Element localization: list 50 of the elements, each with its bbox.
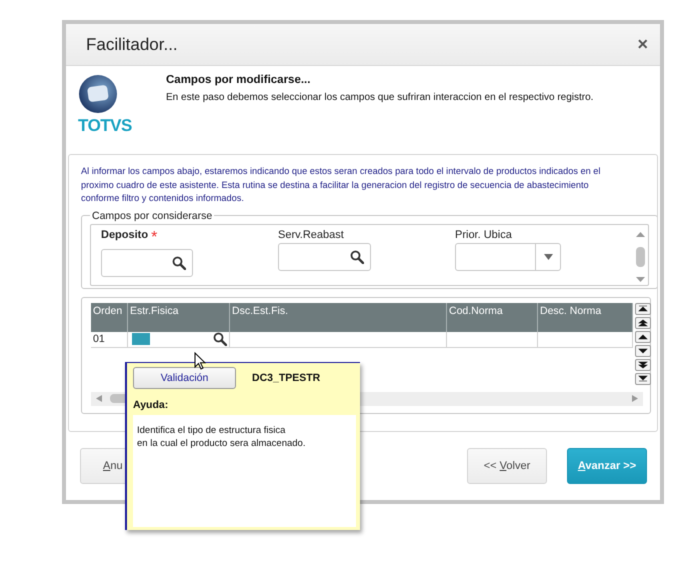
- column-header[interactable]: Dsc.Est.Fis.: [230, 302, 447, 332]
- help-text: en la cual el producto sera almacenado.: [137, 437, 306, 450]
- intro-text: Al informar los campos abajo, estaremos indicando que estos seran creados para todo el intervalo de productos indicados en el proximo cuadro de este asistente. Esta rutina se destina a facilitar la generacion del registro de secuencia de abastecimiento conforme filtro y contenidos informados.: [81, 165, 602, 205]
- column-header[interactable]: Desc. Norma: [538, 302, 633, 332]
- lookup-field[interactable]: [278, 242, 371, 270]
- last-icon: [638, 374, 648, 382]
- nav-button[interactable]: [635, 344, 651, 356]
- column-header[interactable]: Estr.Fisica: [128, 302, 230, 332]
- nav-button[interactable]: [635, 330, 651, 342]
- field-label: Deposito: [101, 228, 148, 242]
- validation-button[interactable]: Validación: [133, 367, 236, 389]
- edit-field[interactable]: [132, 333, 150, 345]
- logo-text: TOTVS: [78, 116, 132, 136]
- help-heading: Ayuda:: [133, 399, 170, 411]
- field-label: Prior. Ubica: [455, 228, 512, 240]
- caret-icon: [544, 254, 552, 260]
- scrollbar-thumb[interactable]: [636, 246, 644, 266]
- search-icon[interactable]: [350, 250, 364, 264]
- column-header[interactable]: Cod.Norma: [447, 302, 538, 332]
- group-legend: Campos por considerarse: [90, 210, 214, 222]
- page-down-icon: [638, 360, 648, 368]
- page-up-icon: [638, 318, 648, 326]
- nav-button[interactable]: [635, 372, 651, 384]
- step-title: Campos por modificarse...: [166, 74, 312, 86]
- window-title: Facilitador...: [86, 34, 178, 54]
- up-icon: [638, 332, 648, 340]
- nav-button[interactable]: [635, 302, 651, 314]
- mouse-pointer-icon: [194, 352, 206, 370]
- field-name: DC3_TPESTR: [252, 372, 320, 384]
- scroll-up-icon[interactable]: [636, 230, 644, 238]
- first-icon: [638, 304, 648, 312]
- close-button[interactable]: ×: [637, 34, 648, 55]
- table-cell: 01: [91, 332, 128, 348]
- lookup-field[interactable]: [101, 248, 193, 276]
- edit-cell[interactable]: [128, 332, 230, 348]
- column-header[interactable]: Orden: [91, 302, 128, 332]
- select-field[interactable]: [455, 242, 561, 270]
- nav-button[interactable]: [635, 358, 651, 370]
- search-icon[interactable]: [172, 256, 186, 270]
- logo-icon: [78, 74, 118, 114]
- next-button[interactable]: Avanzar >>: [567, 448, 647, 484]
- search-icon[interactable]: [213, 332, 227, 346]
- required-mark: *: [151, 228, 158, 246]
- back-button[interactable]: << Volver: [467, 448, 547, 484]
- scroll-down-icon[interactable]: [636, 276, 644, 282]
- field-label: Serv.Reabast: [278, 228, 344, 240]
- help-text: Identifica el tipo de estructura fisica: [137, 424, 286, 437]
- nav-button[interactable]: [635, 316, 651, 328]
- step-description: En este paso debemos seleccionar los campos que sufriran interaccion en el respectivo registro.: [166, 92, 594, 103]
- down-icon: [638, 346, 648, 354]
